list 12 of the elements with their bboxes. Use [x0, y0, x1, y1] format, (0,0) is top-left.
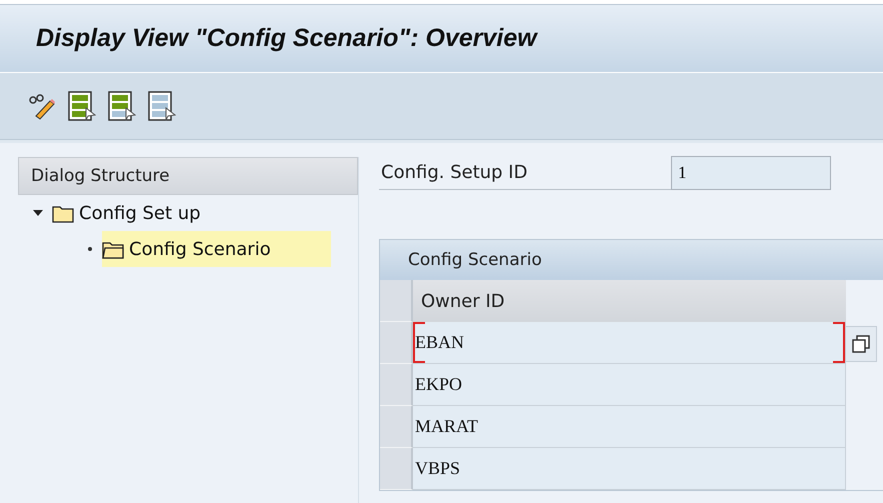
- table-cell[interactable]: EBAN: [413, 322, 846, 364]
- window-title: Display View "Config Scenario": Overview: [36, 24, 537, 53]
- setup-id-field[interactable]: 1: [671, 156, 831, 190]
- panel-header: Dialog Structure: [18, 157, 358, 195]
- field-label: Config. Setup ID: [379, 156, 671, 190]
- table-cell[interactable]: MARAT: [413, 406, 846, 448]
- tree-item[interactable]: Config Set up: [52, 195, 261, 231]
- table-cell[interactable]: VBPS: [413, 448, 846, 490]
- table-title: Config Scenario: [380, 240, 883, 280]
- tree-item[interactable]: Config Scenario: [102, 231, 331, 267]
- column-header[interactable]: Owner ID: [413, 280, 846, 322]
- table-cell[interactable]: EKPO: [413, 364, 846, 406]
